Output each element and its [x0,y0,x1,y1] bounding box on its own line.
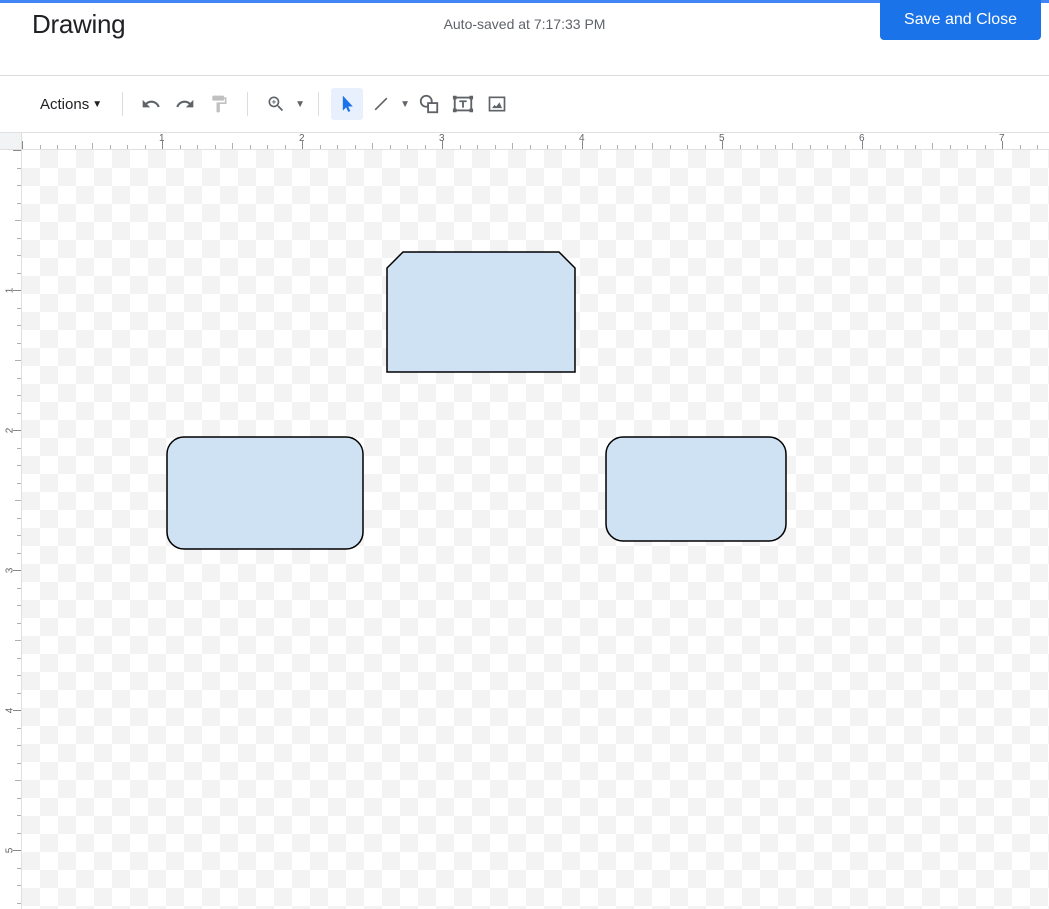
shape-tool-button[interactable] [413,88,445,120]
drawing-canvas[interactable] [22,150,1049,909]
rounded-rectangle-shape-2[interactable] [606,437,786,541]
toolbar: Actions ▼ ▼ [0,76,1049,132]
cursor-icon [337,94,357,114]
toolbar-separator [247,92,248,116]
dialog-title: Drawing [32,9,125,40]
undo-icon [141,94,161,114]
actions-menu-button[interactable]: Actions ▼ [32,90,110,119]
select-tool-button[interactable] [331,88,363,120]
caret-down-icon: ▼ [92,99,102,110]
rounded-rectangle-shape-1[interactable] [167,437,363,549]
line-tool-button[interactable] [365,88,397,120]
zoom-button[interactable] [260,88,292,120]
zoom-in-icon [266,94,286,114]
shapes-icon [418,93,440,115]
save-and-close-button[interactable]: Save and Close [880,0,1041,40]
undo-button[interactable] [135,88,167,120]
header: Drawing Auto-saved at 7:17:33 PM Save an… [0,3,1049,45]
redo-button[interactable] [169,88,201,120]
ruler-corner [0,132,22,150]
textbox-tool-button[interactable] [447,88,479,120]
horizontal-ruler[interactable]: 1234567 [22,132,1049,150]
textbox-icon [452,93,474,115]
actions-label: Actions [40,96,89,113]
image-tool-button[interactable] [481,88,513,120]
paint-format-button [203,88,235,120]
line-dropdown[interactable]: ▼ [397,99,411,110]
zoom-tool[interactable]: ▼ [260,88,306,120]
line-tool[interactable]: ▼ [365,88,411,120]
zoom-dropdown[interactable]: ▼ [292,99,306,110]
autosave-status: Auto-saved at 7:17:33 PM [444,16,606,32]
toolbar-separator [318,92,319,116]
image-icon [487,94,507,114]
snip-corner-rectangle-shape[interactable] [387,252,575,372]
paint-roller-icon [209,94,229,114]
vertical-ruler[interactable]: 12345 [0,150,22,909]
workspace: 1234567 12345 [0,132,1049,909]
canvas-svg [22,150,1049,909]
redo-icon [175,94,195,114]
toolbar-separator [122,92,123,116]
line-icon [371,94,391,114]
